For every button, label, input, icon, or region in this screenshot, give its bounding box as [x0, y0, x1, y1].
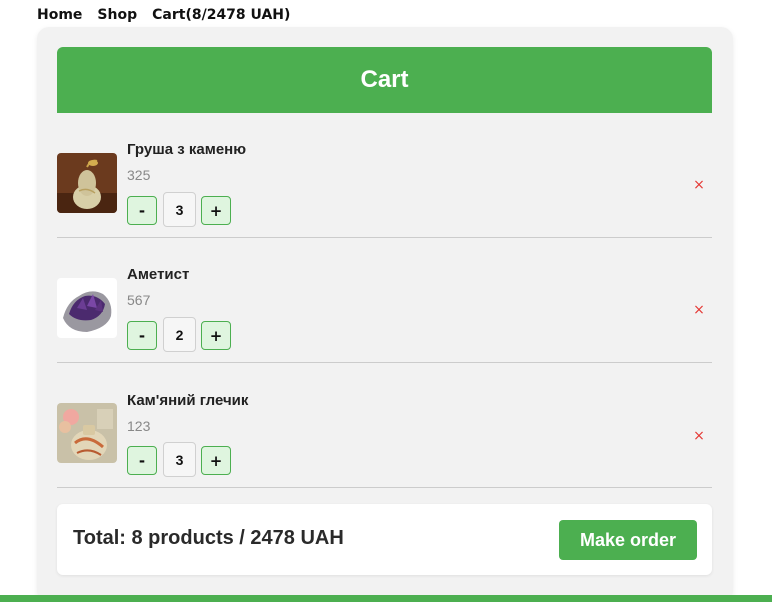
stone-jug-image — [57, 403, 117, 463]
cart-panel: Cart Груша з каменю 325 - 3 + × Аметист … — [37, 27, 733, 602]
cart-item: Аметист 567 - 2 + × — [57, 238, 712, 363]
increment-button[interactable]: + — [201, 196, 231, 225]
decrement-button[interactable]: - — [127, 321, 157, 350]
nav-shop-link[interactable]: Shop — [97, 7, 137, 25]
make-order-button[interactable]: Make order — [559, 520, 697, 560]
cart-header: Cart — [57, 47, 712, 113]
cart-item: Груша з каменю 325 - 3 + × — [57, 113, 712, 238]
decrement-button[interactable]: - — [127, 196, 157, 225]
decrement-button[interactable]: - — [127, 446, 157, 475]
item-price: 325 — [127, 167, 151, 183]
top-nav: Home Shop Cart(8/2478 UAH) — [37, 7, 305, 25]
footer-strip — [0, 595, 772, 602]
quantity-value: 3 — [163, 442, 196, 477]
item-name: Груша з каменю — [127, 141, 247, 158]
remove-item-button[interactable]: × — [693, 428, 705, 444]
quantity-value: 3 — [163, 192, 196, 227]
total-bar: Total: 8 products / 2478 UAH Make order — [57, 504, 712, 575]
increment-button[interactable]: + — [201, 446, 231, 475]
cart-title: Cart — [360, 66, 409, 93]
cart-total: Total: 8 products / 2478 UAH — [73, 527, 344, 549]
nav-cart-link[interactable]: Cart(8/2478 UAH) — [152, 7, 290, 25]
nav-home-link[interactable]: Home — [37, 7, 82, 25]
quantity-value: 2 — [163, 317, 196, 352]
remove-item-button[interactable]: × — [693, 302, 705, 318]
item-price: 123 — [127, 418, 151, 434]
amethyst-image — [57, 278, 117, 338]
increment-button[interactable]: + — [201, 321, 231, 350]
cart-item: Кам'яний глечик 123 - 3 + × — [57, 363, 712, 488]
remove-item-button[interactable]: × — [693, 177, 705, 193]
stone-pear-image — [57, 153, 117, 213]
item-price: 567 — [127, 292, 151, 308]
item-name: Кам'яний глечик — [127, 392, 249, 409]
item-name: Аметист — [127, 266, 190, 283]
